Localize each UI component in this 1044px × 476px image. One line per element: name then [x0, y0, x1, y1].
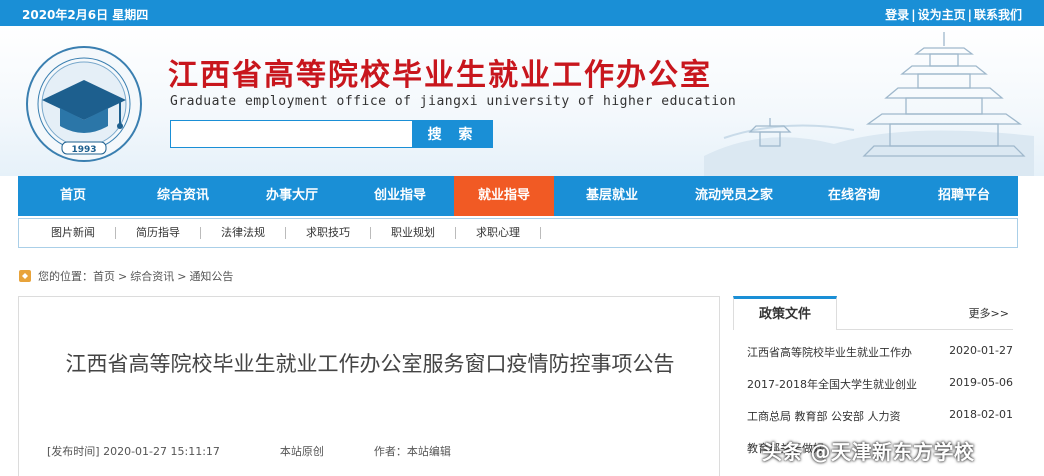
- article-source: 本站原创: [279, 445, 324, 458]
- nav-online-consult[interactable]: 在线咨询: [798, 176, 910, 216]
- publish-time: [发布时间] 2020-01-27 15:11:17: [47, 445, 220, 458]
- list-item-title: 2017-2018年全国大学生就业创业: [747, 378, 917, 391]
- site-subtitle-english: Graduate employment office of jiangxi un…: [170, 94, 737, 109]
- nav-entrepreneurship[interactable]: 创业指导: [346, 176, 454, 216]
- current-date: 2020年2月6日 星期四: [22, 8, 149, 22]
- article-author: 作者：本站编辑: [373, 445, 451, 458]
- list-item[interactable]: 江西省高等院校毕业生就业工作办 2020-01-27: [747, 344, 1013, 376]
- search-button[interactable]: 搜 索: [413, 120, 493, 148]
- subnav-photo-news[interactable]: 图片新闻: [31, 227, 116, 239]
- tab-policy-documents[interactable]: 政策文件: [733, 296, 837, 330]
- subnav-job-psychology[interactable]: 求职心理: [456, 227, 541, 239]
- list-item-date: 2020-01-27: [949, 344, 1013, 357]
- top-bar: 2020年2月6日 星期四 登录 | 设为主页 | 联系我们: [0, 0, 1044, 26]
- location-icon: [19, 270, 31, 282]
- logo-year: 1993: [71, 145, 96, 155]
- watermark-text: 头条 @天津新东方学校: [762, 440, 975, 464]
- sub-nav: 图片新闻 简历指导 法律法规 求职技巧 职业规划 求职心理: [18, 218, 1018, 248]
- breadcrumb-separator: >: [118, 269, 128, 283]
- login-link[interactable]: 登录: [885, 8, 909, 22]
- nav-news[interactable]: 综合资讯: [128, 176, 238, 216]
- breadcrumb-separator: >: [177, 269, 187, 283]
- nav-grassroots[interactable]: 基层就业: [554, 176, 670, 216]
- breadcrumb: 您的位置： 首页 > 综合资讯 > 通知公告: [18, 268, 233, 284]
- breadcrumb-home[interactable]: 首页: [93, 268, 115, 284]
- more-link[interactable]: 更多>>: [969, 305, 1009, 321]
- list-item-date: 2019-05-06: [949, 376, 1013, 389]
- subnav-job-tips[interactable]: 求职技巧: [286, 227, 371, 239]
- nav-home[interactable]: 首页: [18, 176, 128, 216]
- pagoda-illustration-icon: [704, 32, 1034, 176]
- link-separator: |: [967, 8, 972, 22]
- main-nav: 首页 综合资讯 办事大厅 创业指导 就业指导 基层就业 流动党员之家 在线咨询 …: [18, 176, 1018, 216]
- article-panel: 江西省高等院校毕业生就业工作办公室服务窗口疫情防控事项公告 [发布时间] 202…: [18, 296, 720, 476]
- breadcrumb-notices[interactable]: 通知公告: [189, 268, 233, 284]
- site-title: 江西省高等院校毕业生就业工作办公室: [168, 58, 712, 93]
- search-input[interactable]: [170, 120, 413, 148]
- nav-employment-guidance[interactable]: 就业指导: [454, 176, 554, 216]
- site-header: 1993 江西省高等院校毕业生就业工作办公室 Graduate employme…: [0, 26, 1044, 176]
- list-item-title: 江西省高等院校毕业生就业工作办: [747, 346, 912, 359]
- subnav-career-planning[interactable]: 职业规划: [371, 227, 456, 239]
- breadcrumb-prefix: 您的位置：: [38, 270, 93, 283]
- subnav-resume-guide[interactable]: 简历指导: [116, 227, 201, 239]
- top-links: 登录 | 设为主页 | 联系我们: [885, 6, 1022, 23]
- article-title: 江西省高等院校毕业生就业工作办公室服务窗口疫情防控事项公告: [65, 352, 675, 376]
- list-item[interactable]: 2017-2018年全国大学生就业创业 2019-05-06: [747, 376, 1013, 408]
- nav-service-hall[interactable]: 办事大厅: [238, 176, 346, 216]
- subnav-laws[interactable]: 法律法规: [201, 227, 286, 239]
- sidebar-header: 政策文件 更多>>: [733, 296, 1013, 330]
- contact-us-link[interactable]: 联系我们: [974, 8, 1022, 22]
- nav-recruitment[interactable]: 招聘平台: [910, 176, 1018, 216]
- set-homepage-link[interactable]: 设为主页: [918, 8, 966, 22]
- breadcrumb-news[interactable]: 综合资讯: [130, 268, 174, 284]
- graduation-cap-logo-icon: 1993: [26, 46, 142, 162]
- article-meta: [发布时间] 2020-01-27 15:11:17 本站原创 作者：本站编辑: [47, 443, 463, 459]
- link-separator: |: [911, 8, 916, 22]
- nav-party-members[interactable]: 流动党员之家: [670, 176, 798, 216]
